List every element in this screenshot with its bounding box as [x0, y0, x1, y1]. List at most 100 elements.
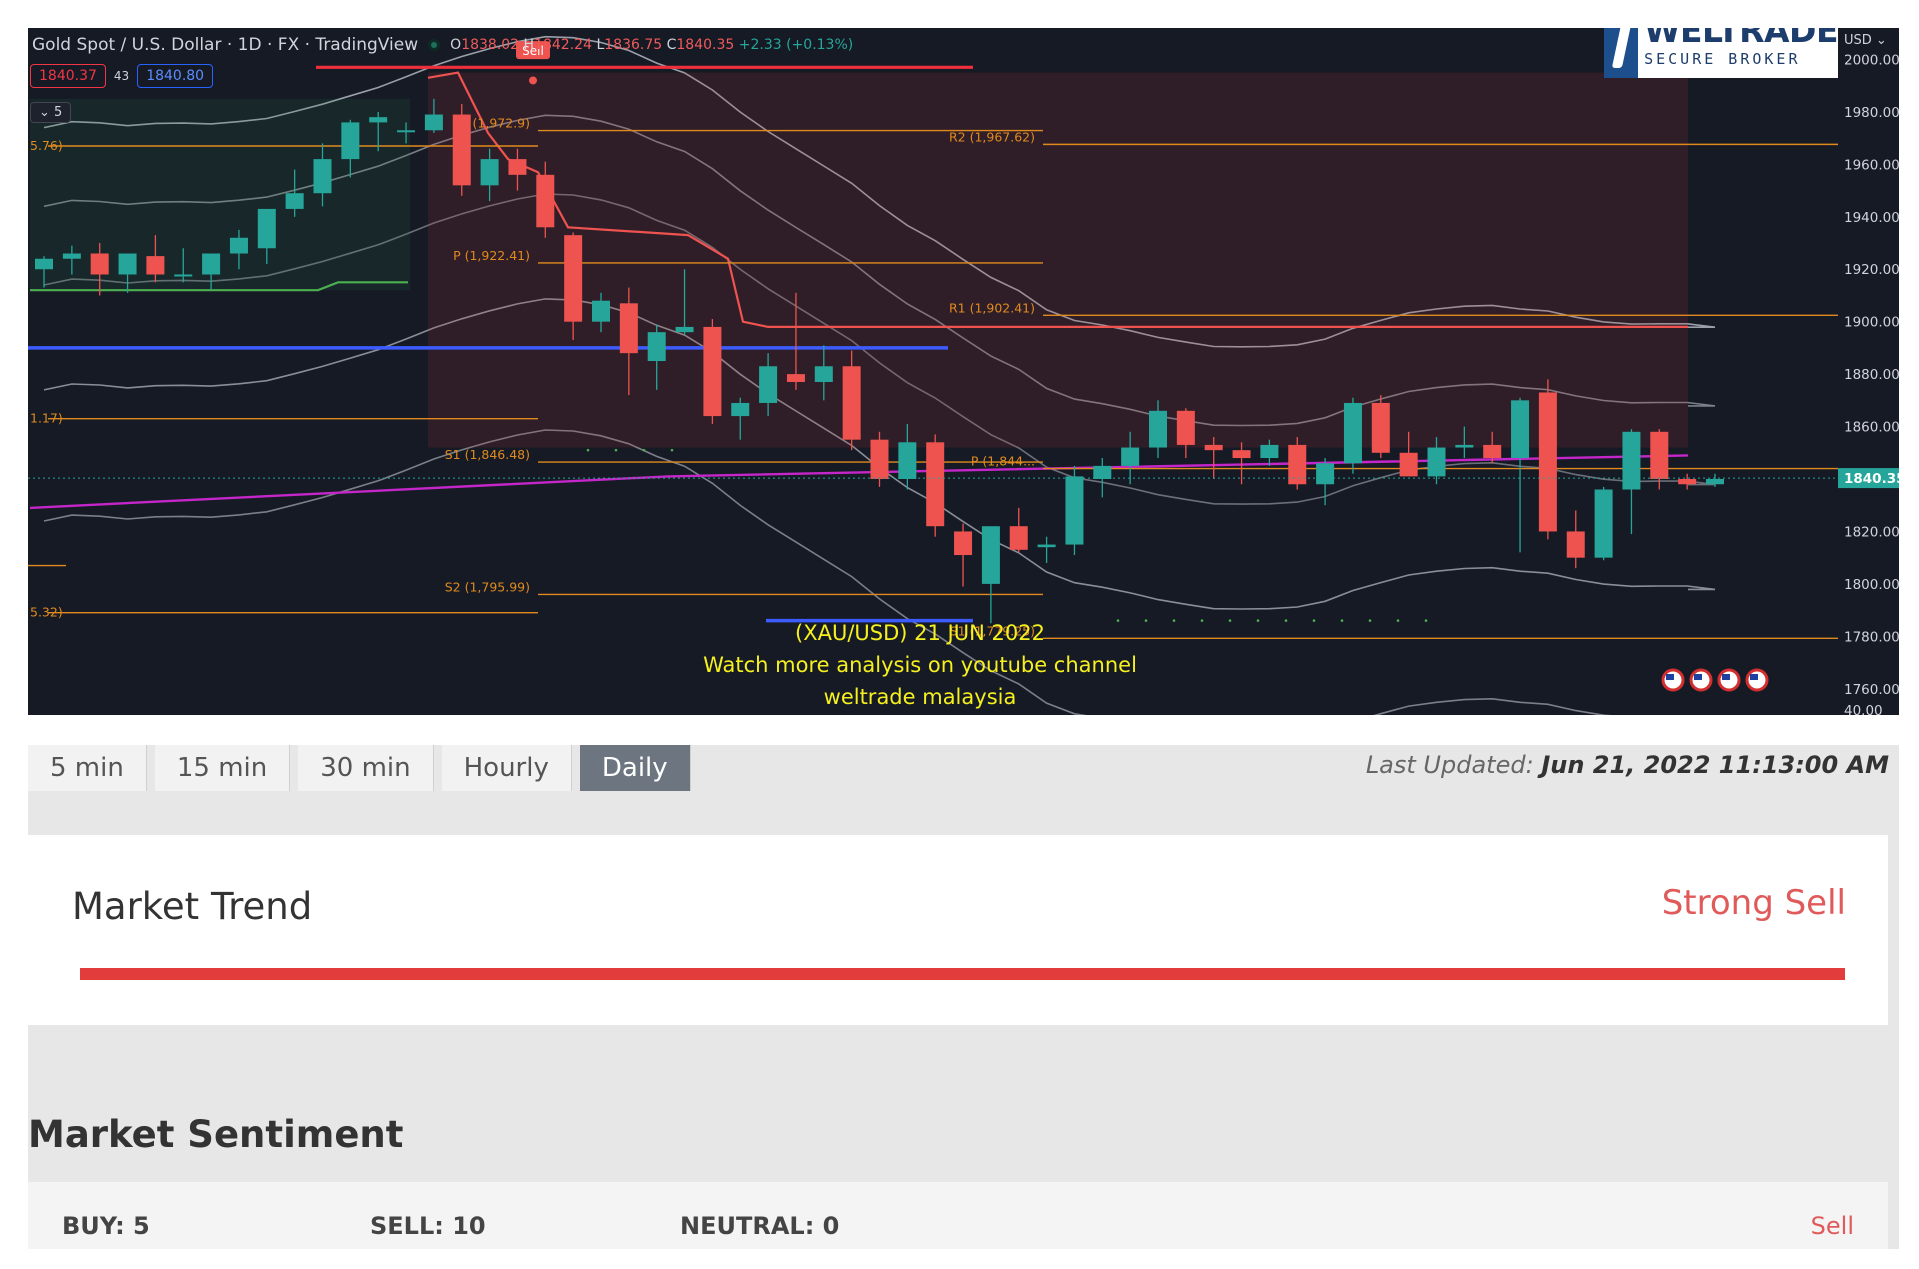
symbol-title[interactable]: Gold Spot / U.S. Dollar · 1D · FX · Trad… — [32, 35, 418, 55]
trail-dot — [670, 448, 674, 452]
sentiment-neutral: NEUTRAL: 0 — [680, 1212, 840, 1240]
candle-body — [1511, 400, 1530, 459]
trail-dot — [1312, 619, 1316, 622]
candle-body — [1204, 444, 1223, 451]
sell-price-button[interactable]: 1840.37 — [30, 64, 106, 88]
candle-body — [257, 208, 276, 249]
trail-dot — [642, 448, 646, 452]
trade-pills: 1840.37 43 1840.80 — [30, 64, 214, 88]
candle-body — [675, 326, 694, 333]
candle-body — [1538, 392, 1557, 532]
candle-body — [1176, 410, 1195, 445]
market-trend-bar — [80, 968, 1845, 980]
candle-body — [1371, 402, 1390, 453]
tab-daily[interactable]: Daily — [579, 745, 691, 791]
y-tick-label: 1900.00 — [1844, 315, 1899, 331]
indicators-toggle-button[interactable]: ⌄ 5 — [30, 102, 72, 123]
candle-body — [480, 159, 499, 186]
candle-body — [118, 253, 137, 275]
trail-dot — [1368, 619, 1372, 622]
sentiment-sell: SELL: 10 — [370, 1212, 486, 1240]
annotation-line-1: Watch more analysis on youtube channel — [703, 653, 1137, 677]
ohlc-readout: O1838.02 H1842.24 L1836.75 C1840.35 +2.3… — [450, 37, 854, 53]
candle-body — [647, 332, 666, 362]
candle-body — [759, 366, 778, 403]
logo-mark-icon — [1604, 28, 1639, 78]
tab-30-min[interactable]: 30 min — [298, 745, 434, 791]
chevron-down-icon: ⌄ — [39, 105, 50, 120]
us-flag-event-icon — [1722, 674, 1730, 680]
candle-body — [1316, 463, 1335, 485]
sell-marker-dot — [529, 76, 537, 85]
candle-body — [452, 114, 471, 186]
y-tick-label: 1940.00 — [1844, 210, 1899, 226]
candle-body — [1260, 444, 1279, 459]
candle-body — [202, 253, 221, 275]
price-chart[interactable]: R1 (1,972.9) P (1,922.41) S1 (1,846.48) S2 … — [28, 28, 1899, 715]
y-tick-label: 2000.00 — [1844, 52, 1899, 68]
candle-body — [1065, 476, 1084, 545]
y-tick-label: 1760.00 — [1844, 682, 1899, 698]
us-flag-event-icon — [1694, 674, 1702, 680]
candle-body — [703, 326, 722, 417]
y-tick-label: 1980.00 — [1844, 105, 1899, 121]
candle-body — [1343, 402, 1362, 464]
market-sentiment-row: BUY: 5 SELL: 10 NEUTRAL: 0 Sell — [28, 1182, 1888, 1249]
y-tick-label: 1860.00 — [1844, 420, 1899, 436]
tab-hourly[interactable]: Hourly — [441, 745, 572, 791]
candle-body — [1037, 544, 1056, 548]
pivot-label-5: R1 (1,902.41) — [949, 300, 1035, 315]
candle-body — [786, 374, 805, 382]
candle-body — [564, 235, 583, 322]
candle-body — [229, 237, 248, 254]
trail-dot — [1172, 619, 1176, 622]
y-tick-label: 40.00 — [1844, 703, 1883, 715]
signals-panel: 5 min 15 min 30 min Hourly Daily Last Update… — [28, 745, 1899, 1249]
trail-dot — [1396, 619, 1400, 622]
candle-body — [898, 442, 917, 480]
last-updated: Last Updated: Jun 21, 2022 11:13:00 AM — [1366, 751, 1889, 779]
trail-dot — [1144, 619, 1148, 622]
candle-body — [1622, 431, 1641, 490]
candle-body — [1149, 410, 1167, 448]
candle-body — [146, 256, 165, 275]
last-updated-value: Jun 21, 2022 11:13:00 AM — [1541, 751, 1889, 779]
last-price-label: 1840.35 — [1844, 471, 1899, 487]
candle-body — [1650, 431, 1669, 480]
trail-dot — [1284, 619, 1288, 622]
candle-body — [508, 159, 527, 175]
candle-body — [285, 193, 304, 209]
annotation-line-0: (XAU/USD) 21 JUN 2022 — [795, 621, 1045, 645]
sentiment-buy: BUY: 5 — [62, 1212, 150, 1240]
candle-body — [369, 117, 388, 123]
chart-canvas[interactable]: R1 (1,972.9)P (1,922.41)S1 (1,846.48)S2 … — [28, 28, 1899, 715]
logo-line2: SECURE BROKER — [1644, 49, 1801, 68]
us-flag-event-icon — [1666, 674, 1674, 680]
currency-label: USD ⌄ — [1844, 33, 1887, 48]
candle-body — [954, 531, 973, 556]
candle-body — [90, 253, 109, 275]
trail-dot — [1424, 619, 1428, 622]
y-tick-label: 1820.00 — [1844, 524, 1899, 540]
market-status-icon — [428, 39, 441, 51]
change-value: +2.33 (+0.13%) — [738, 37, 854, 53]
buy-price-button[interactable]: 1840.80 — [137, 64, 214, 88]
y-tick-label: 1780.00 — [1844, 629, 1899, 645]
last-updated-label: Last Updated: — [1365, 751, 1534, 779]
market-sentiment-title: Market Sentiment — [28, 1113, 404, 1156]
candle-body — [814, 366, 833, 382]
candle-body — [1566, 531, 1585, 558]
candle-body — [1594, 489, 1613, 558]
tab-5-min[interactable]: 5 min — [28, 745, 147, 791]
candle-body — [731, 402, 750, 417]
candle-body — [1455, 444, 1474, 448]
weltrade-logo: WELTRADE SECURE BROKER — [1604, 28, 1838, 78]
tab-15-min[interactable]: 15 min — [154, 745, 291, 791]
left-pivot-label-2: 5.32) — [30, 605, 63, 620]
trail-dot — [1228, 619, 1232, 622]
y-tick-label: 1880.00 — [1844, 367, 1899, 383]
candle-body — [313, 159, 332, 194]
candle-body — [1232, 450, 1251, 459]
pivot-label-2: S1 (1,846.48) — [445, 447, 530, 462]
candle-body — [1483, 444, 1502, 459]
